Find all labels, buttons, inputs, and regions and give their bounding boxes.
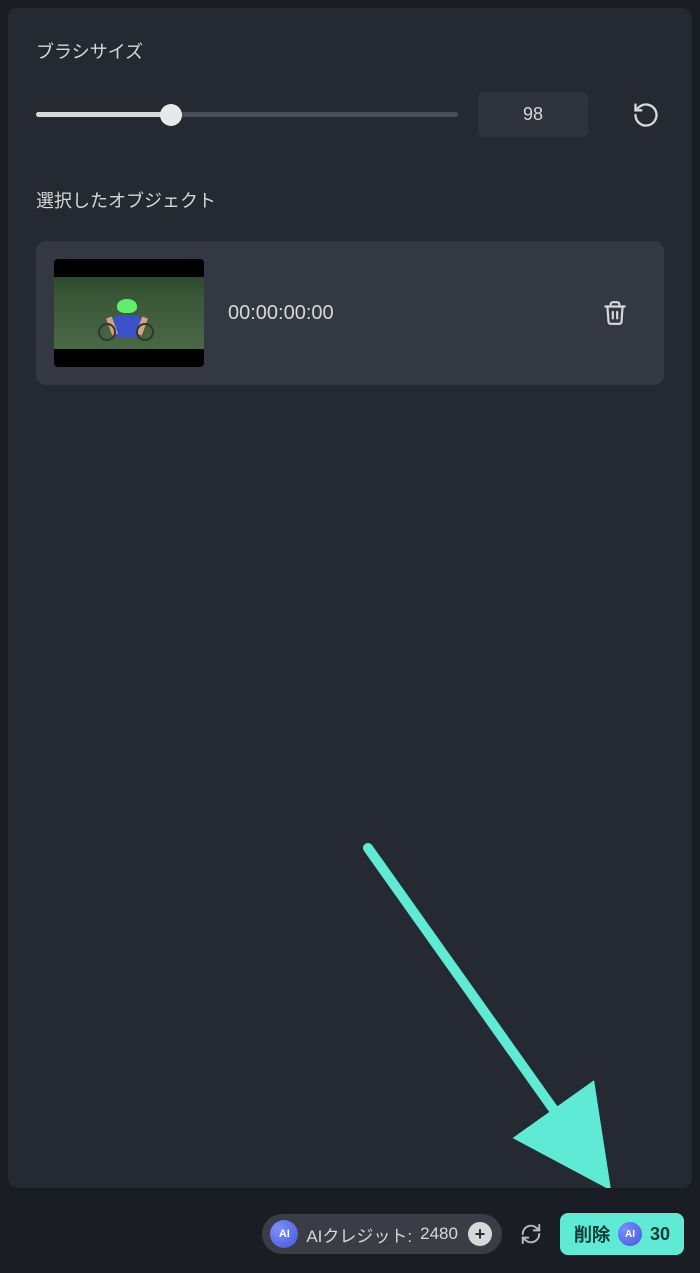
- undo-icon: [632, 101, 660, 129]
- trash-icon: [602, 300, 628, 326]
- slider-track: [36, 112, 458, 117]
- ai-gem-icon: AI: [270, 1220, 298, 1248]
- add-credit-button[interactable]: +: [468, 1222, 492, 1246]
- delete-action-button[interactable]: 削除 AI 30: [560, 1213, 684, 1255]
- slider-thumb[interactable]: [160, 104, 182, 126]
- refresh-icon: [520, 1223, 542, 1245]
- credit-label: AIクレジット:: [306, 1222, 412, 1247]
- object-thumbnail: [54, 259, 204, 367]
- ai-credit-pill: AI AIクレジット: 2480 +: [262, 1214, 502, 1254]
- reset-button[interactable]: [628, 97, 664, 133]
- selected-objects-label: 選択したオブジェクト: [36, 187, 664, 213]
- brush-size-value[interactable]: 98: [478, 92, 588, 137]
- bottom-bar: AI AIクレジット: 2480 + 削除 AI 30: [0, 1209, 700, 1259]
- brush-size-slider[interactable]: [36, 103, 458, 127]
- object-timecode: 00:00:00:00: [228, 302, 570, 325]
- delete-cost: 30: [650, 1224, 670, 1245]
- brush-size-row: 98: [36, 92, 664, 137]
- brush-size-label: ブラシサイズ: [36, 38, 664, 64]
- credit-value: 2480: [420, 1224, 458, 1244]
- settings-panel: ブラシサイズ 98 選択したオブジェクト: [8, 8, 692, 1188]
- delete-object-button[interactable]: [594, 292, 636, 334]
- ai-gem-icon: AI: [618, 1222, 642, 1246]
- object-item[interactable]: 00:00:00:00: [36, 241, 664, 385]
- refresh-button[interactable]: [516, 1219, 546, 1249]
- slider-fill: [36, 112, 171, 117]
- annotation-arrow: [348, 838, 628, 1188]
- delete-button-label: 削除: [574, 1221, 610, 1247]
